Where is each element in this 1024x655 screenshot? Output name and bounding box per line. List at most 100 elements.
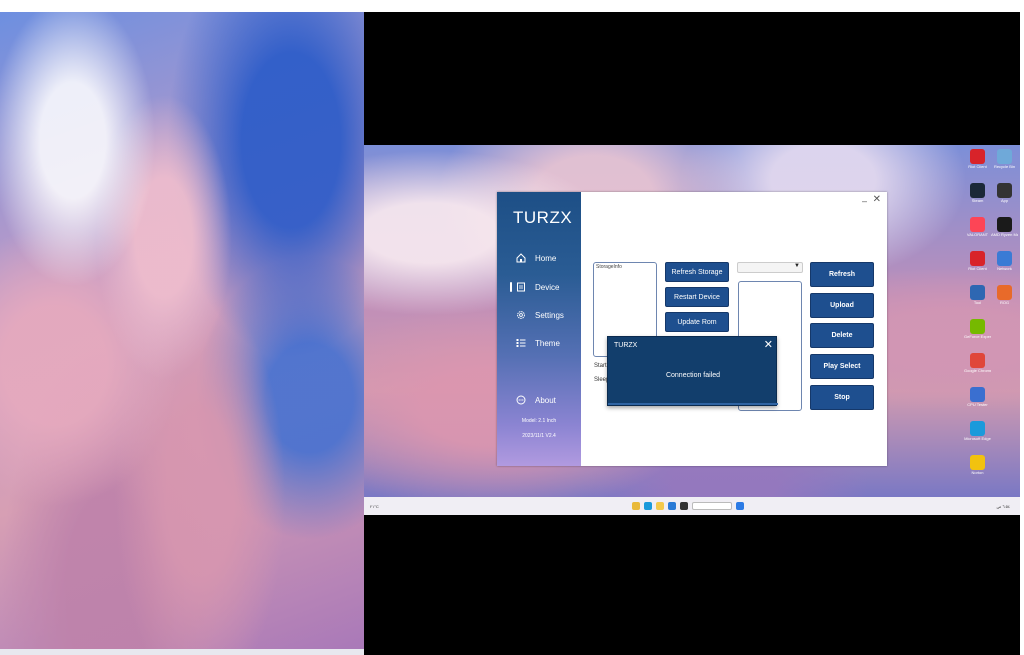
nav-theme[interactable]: Theme [515, 336, 560, 350]
desktop-icon-label: App [1000, 198, 1009, 203]
desktop-icon[interactable]: VALORANT [964, 217, 991, 245]
desktop-app-icon [970, 455, 985, 470]
desktop-icon[interactable]: App [991, 183, 1018, 211]
desktop-icon [991, 353, 1018, 381]
folder-icon[interactable] [655, 502, 664, 510]
desktop-icon[interactable]: Norton [964, 455, 991, 483]
dialog-title: TURZX [614, 342, 638, 349]
desktop-app-icon [970, 421, 985, 436]
nav-device-label: Device [535, 282, 560, 292]
desktop-icon-label: Steam [971, 198, 984, 203]
device-model-text: Model: 2.1 Inch [521, 418, 557, 424]
file-explorer-icon[interactable] [631, 502, 640, 510]
delete-button[interactable]: Delete [810, 323, 874, 348]
refresh-storage-button[interactable]: Refresh Storage [665, 262, 729, 282]
start-label: Start [594, 363, 607, 369]
desktop-icon[interactable]: Google Chrome [964, 353, 991, 381]
app-icon[interactable] [679, 502, 688, 510]
restart-device-button[interactable]: Restart Device [665, 287, 729, 307]
nav-theme-label: Theme [535, 338, 560, 348]
desktop-app-icon [970, 183, 985, 198]
update-rom-button[interactable]: Update Rom [665, 312, 729, 332]
close-button[interactable]: ✕ [873, 194, 881, 205]
desktop-app-icon [970, 353, 985, 368]
desktop-icon-label: Network [997, 266, 1012, 271]
desktop-icon-label: ROG [999, 300, 1010, 305]
desktop-icon[interactable]: Network [991, 251, 1018, 279]
play-select-button[interactable]: Play Select [810, 354, 874, 379]
desktop-app-icon [997, 217, 1012, 232]
home-icon [515, 253, 527, 263]
desktop-icon [991, 387, 1018, 415]
desktop-icon[interactable]: Tool [964, 285, 991, 313]
app-sidebar: TURZX Home Device Settings Theme About M… [497, 192, 581, 466]
nav-home-label: Home [535, 253, 557, 263]
left-taskbar [0, 649, 364, 655]
desktop-app-icon [997, 251, 1012, 266]
desktop-app-icon [970, 285, 985, 300]
nav-settings[interactable]: Settings [515, 308, 564, 322]
desktop-icon[interactable]: Microsoft Edge [964, 421, 991, 449]
desktop-icon-label: Riot Client [968, 266, 987, 271]
desktop-app-icon [997, 387, 1012, 402]
gear-icon [515, 310, 527, 320]
desktop-app-icon [997, 149, 1012, 164]
desktop-icon[interactable]: Riot Client [964, 251, 991, 279]
desktop-app-icon [970, 149, 985, 164]
nav-settings-label: Settings [535, 310, 564, 320]
desktop-icon[interactable]: Recycle Bin [991, 149, 1018, 177]
version-text: 2023/11/1 V2.4 [522, 433, 556, 439]
desktop-app-icon [997, 285, 1012, 300]
desktop-icon [991, 319, 1018, 347]
desktop-icon-label: GeForce Experience [964, 334, 991, 339]
desktop-icon[interactable]: GeForce Experience [964, 319, 991, 347]
desktop-icon-label: Tool [973, 300, 982, 305]
weather-widget[interactable]: ٢١°C [370, 504, 379, 509]
dialog-divider [608, 403, 778, 405]
desktop-icon[interactable]: Riot Client [964, 149, 991, 177]
list-icon [515, 338, 527, 348]
search-icon[interactable] [691, 502, 732, 510]
desktop-icon-label: Riot Client [968, 164, 987, 169]
desktop-icon[interactable]: Steam [964, 183, 991, 211]
desktop-app-icon [970, 319, 985, 334]
desktop-icon [991, 421, 1018, 449]
edge-icon[interactable] [643, 502, 652, 510]
stop-button[interactable]: Stop [810, 385, 874, 410]
edge-icon[interactable] [667, 502, 676, 510]
dialog-close-button[interactable]: ✕ [764, 338, 773, 351]
screenshot: Riot Client Recycle Bin Steam App VALORANT AM… [0, 0, 1024, 655]
turzx-app-window: TURZX Home Device Settings Theme About M… [497, 192, 887, 466]
chevron-down-icon: ▼ [794, 263, 800, 269]
storage-info-label: StorageInfo [596, 264, 622, 270]
desktop-app-icon [997, 421, 1012, 436]
desktop-app-icon [997, 183, 1012, 198]
selected-indicator [510, 282, 512, 292]
clock[interactable]: ٦:٥٤ ص [996, 504, 1010, 509]
upload-button[interactable]: Upload [810, 293, 874, 318]
app-title: TURZX [513, 208, 573, 227]
desktop-icon-label: Norton [971, 470, 984, 475]
desktop-icon-label: Recycle Bin [993, 164, 1016, 169]
desktop-icon[interactable]: CPU Tester [964, 387, 991, 415]
desktop-icon[interactable]: ROG [991, 285, 1018, 313]
left-monitor-wallpaper [0, 12, 364, 655]
taskbar-apps [379, 502, 997, 510]
windows-start-icon[interactable] [735, 502, 744, 510]
nav-about-label: About [535, 395, 556, 405]
nav-device[interactable]: Device [515, 280, 559, 294]
desktop-icon-label: VALORANT [966, 232, 989, 237]
refresh-button[interactable]: Refresh [810, 262, 874, 287]
desktop-app-icon [997, 353, 1012, 368]
desktop-app-icon [970, 387, 985, 402]
nav-about[interactable]: About [515, 393, 556, 407]
desktop-app-icon [970, 251, 985, 266]
connection-dialog: TURZX ✕ Connection failed [607, 336, 778, 406]
theme-select[interactable]: ▼ [737, 262, 803, 273]
nav-home[interactable]: Home [515, 251, 556, 265]
device-icon [515, 282, 527, 292]
desktop-app-icon [997, 319, 1012, 334]
minimize-button[interactable]: – [862, 196, 867, 206]
desktop-icons: Riot Client Recycle Bin Steam App VALORANT AM… [964, 149, 1018, 483]
desktop-icon[interactable]: AMD Ryzen Master [991, 217, 1018, 245]
